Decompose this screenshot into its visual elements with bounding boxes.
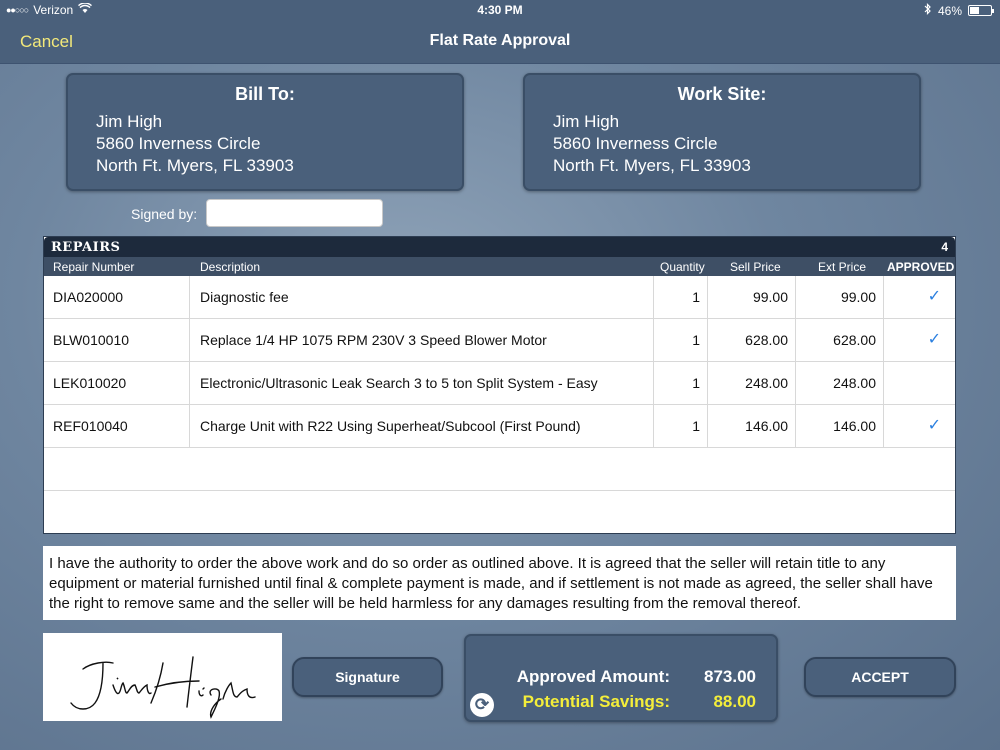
accept-button[interactable]: ACCEPT [804,657,956,697]
col-quantity: Quantity [660,260,705,274]
repair-quantity: 1 [692,375,700,391]
repair-description: Replace 1/4 HP 1075 RPM 230V 3 Speed Blo… [200,332,547,348]
work-site-heading: Work Site: [677,84,767,104]
signature-pad[interactable] [43,633,282,721]
signature-button[interactable]: Signature [292,657,443,697]
repair-sell-price: 248.00 [745,375,788,391]
approved-check-icon[interactable]: ✓ [928,319,941,361]
repair-ext-price: 248.00 [833,375,876,391]
bluetooth-icon [924,3,932,18]
repairs-column-headers: Repair Number Description Quantity Sell … [44,257,955,276]
repairs-count: 4 [941,240,948,254]
work-site-street: 5860 Inverness Circle [553,134,718,153]
table-row[interactable]: REF010040 Charge Unit with R22 Using Sup… [44,405,955,448]
work-site-city: North Ft. Myers, FL 33903 [553,156,751,175]
signed-by-label: Signed by: [131,206,198,222]
repair-quantity: 1 [692,332,700,348]
bill-to-city: North Ft. Myers, FL 33903 [96,156,294,175]
repair-sell-price: 146.00 [745,418,788,434]
repair-number: LEK010020 [53,375,127,391]
battery-percent: 46% [937,3,962,18]
potential-savings-label: Potential Savings: [522,692,670,711]
potential-savings-value: 88.00 [713,692,756,711]
table-row[interactable]: DIA020000 Diagnostic fee 1 99.00 99.00 ✓ [44,276,955,319]
clock: 4:30 PM [477,3,523,17]
approved-check-icon[interactable]: ✓ [928,405,941,447]
col-ext-price: Ext Price [818,260,867,274]
bill-to-street: 5860 Inverness Circle [96,134,261,153]
bill-to-panel: Bill To: Jim High 5860 Inverness Circle … [66,73,464,191]
signed-by-input[interactable] [206,199,383,227]
agreement-text: I have the authority to order the above … [43,546,956,620]
battery-fill [970,7,980,14]
repairs-table: REPAIRS 4 Repair Number Description Quan… [43,236,956,534]
bill-to-heading: Bill To: [235,84,295,104]
table-row-empty [44,448,955,491]
battery-icon [968,5,994,16]
page-title: Flat Rate Approval [429,32,571,49]
repair-sell-price: 99.00 [752,289,788,305]
repair-ext-price: 146.00 [833,418,876,434]
totals-panel: Approved Amount: 873.00 Potential Saving… [464,634,778,722]
col-repair-number: Repair Number [53,260,135,274]
approved-amount-value: 873.00 [704,667,756,686]
repair-number: DIA020000 [53,289,124,305]
approved-check-icon[interactable]: ✓ [928,276,941,318]
repair-ext-price: 99.00 [840,289,876,305]
col-description: Description [200,260,261,274]
repair-description: Electronic/Ultrasonic Leak Search 3 to 5… [200,375,598,391]
repairs-title: REPAIRS [51,240,121,255]
table-row[interactable]: BLW010010 Replace 1/4 HP 1075 RPM 230V 3… [44,319,955,362]
approved-amount-label: Approved Amount: [516,667,670,686]
repair-quantity: 1 [692,289,700,305]
repair-ext-price: 628.00 [833,332,876,348]
repair-sell-price: 628.00 [745,332,788,348]
refresh-icon[interactable]: ⟳ [470,693,494,717]
col-sell-price: Sell Price [730,260,781,274]
table-row[interactable]: LEK010020 Electronic/Ultrasonic Leak Sea… [44,362,955,405]
repair-number: BLW010010 [53,332,130,348]
work-site-panel: Work Site: Jim High 5860 Inverness Circl… [523,73,921,191]
repair-description: Charge Unit with R22 Using Superheat/Sub… [200,418,581,434]
bill-to-name: Jim High [96,112,163,131]
repairs-header: REPAIRS 4 [44,237,955,257]
repair-number: REF010040 [53,418,128,434]
work-site-name: Jim High [553,112,620,131]
repair-quantity: 1 [692,418,700,434]
repair-description: Diagnostic fee [200,289,289,305]
nav-bar: Cancel Flat Rate Approval [0,20,1000,64]
col-approved: APPROVED [887,260,955,274]
status-bar: ●●○○○ Verizon 4:30 PM 46% [0,0,1000,20]
signature-image [70,656,256,719]
